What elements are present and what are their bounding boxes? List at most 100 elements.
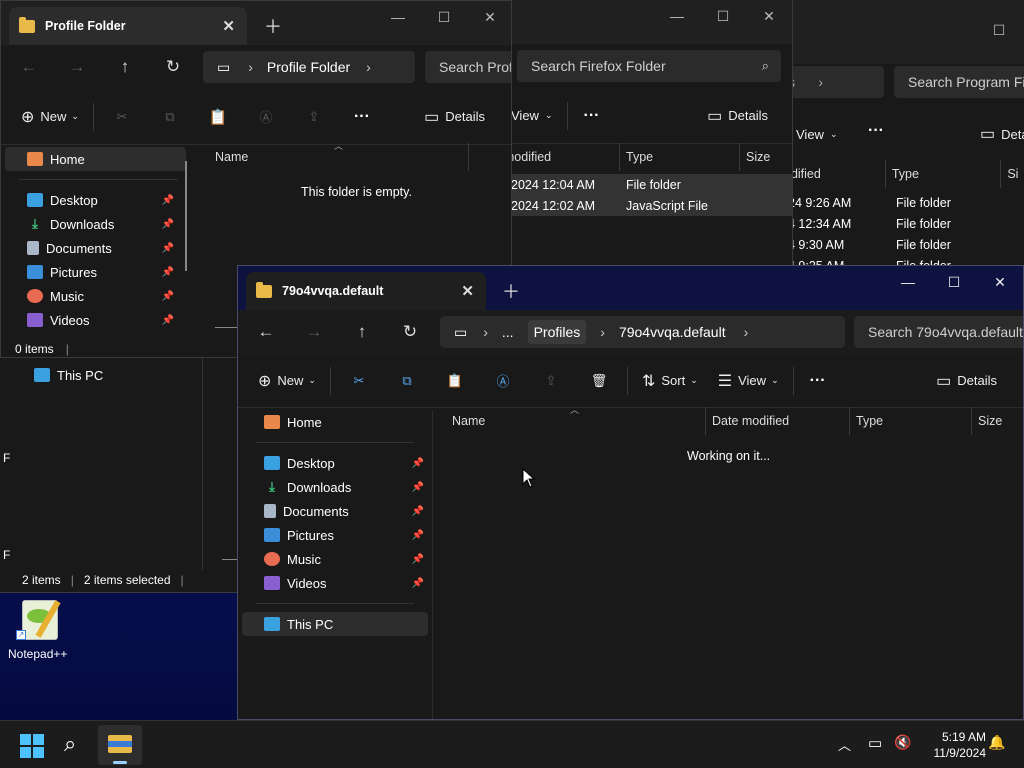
details-button[interactable]: ▭Details	[414, 101, 511, 133]
table-row[interactable]: 2024 12:02 AM JavaScript File	[511, 195, 792, 216]
tab-close-icon[interactable]: ✕	[461, 282, 474, 300]
search-input[interactable]: Search Firefox Folder ⌕	[517, 50, 781, 82]
nav-videos[interactable]: Videos 📌	[1, 308, 196, 332]
nav-music[interactable]: Music 📌	[1, 284, 196, 308]
table-row[interactable]: 2024 12:04 AM File folder	[511, 174, 792, 195]
file-explorer-taskbar-button[interactable]	[98, 725, 142, 765]
new-button[interactable]: ⊕ New ⌄	[1, 101, 89, 133]
view-button[interactable]: View ⌄	[511, 100, 563, 132]
col-date-modified[interactable]: Date modified	[706, 407, 850, 435]
maximize-icon[interactable]: ☐	[421, 1, 467, 33]
nav-this-pc[interactable]: This PC	[8, 363, 103, 387]
nav-documents[interactable]: Documents 📌	[238, 499, 432, 523]
col-type[interactable]: Type	[886, 160, 1002, 188]
view-button[interactable]: ☰ View ⌄	[708, 365, 789, 397]
start-button[interactable]	[20, 734, 44, 758]
more-icon[interactable]: ···	[868, 122, 884, 140]
table-row[interactable]: 4 12:34 AM File folder	[780, 213, 1024, 234]
details-button[interactable]: ▭Details	[926, 365, 1023, 397]
col-size[interactable]: Size	[740, 143, 792, 171]
search-input[interactable]: Search 79o4vvqa.default	[854, 316, 1023, 348]
col-size[interactable]: Si	[1001, 160, 1024, 188]
nav-documents[interactable]: Documents 📌	[1, 236, 196, 260]
breadcrumb-current[interactable]: 79o4vvqa.default	[619, 324, 726, 340]
back-arrow-icon[interactable]: ←	[5, 57, 53, 77]
col-size[interactable]: Size	[972, 407, 1023, 435]
breadcrumb-item[interactable]: Profile Folder	[267, 59, 350, 75]
rename-icon[interactable]: Ⓐ	[242, 101, 290, 133]
back-arrow-icon[interactable]: ←	[242, 322, 290, 342]
col-type[interactable]: Type	[850, 407, 972, 435]
col-date-modified[interactable]: odified	[780, 160, 886, 188]
nav-downloads[interactable]: ⤓ Downloads 📌	[1, 212, 196, 236]
more-icon[interactable]: ···	[798, 372, 838, 390]
tab-profile-folder[interactable]: Profile Folder ✕	[9, 7, 247, 45]
address-bar[interactable]: s ›	[780, 66, 884, 98]
up-arrow-icon[interactable]: ↑	[338, 322, 386, 342]
col-date-modified[interactable]: Date modified	[511, 143, 620, 171]
share-icon[interactable]: ⇪	[527, 365, 575, 397]
copy-icon[interactable]: ⧉	[383, 365, 431, 397]
cut-icon[interactable]: ✂	[335, 365, 383, 397]
nav-pictures[interactable]: Pictures 📌	[1, 260, 196, 284]
network-icon[interactable]: ▭	[868, 734, 882, 752]
forward-arrow-icon[interactable]: →	[53, 57, 101, 77]
delete-icon[interactable]: 🗑	[575, 365, 623, 397]
tab-close-icon[interactable]: ✕	[222, 17, 235, 35]
nav-videos[interactable]: Videos 📌	[238, 571, 432, 595]
search-icon[interactable]: ⌕	[64, 731, 76, 757]
chevron-up-icon[interactable]: ︿	[838, 735, 851, 754]
minimize-icon[interactable]: —	[375, 1, 421, 33]
music-icon	[27, 289, 43, 303]
copy-icon[interactable]: ⧉	[146, 101, 194, 133]
nav-downloads[interactable]: ⤓ Downloads 📌	[238, 475, 432, 499]
refresh-icon[interactable]: ↻	[386, 322, 434, 342]
breadcrumb-profiles[interactable]: Profiles	[527, 320, 587, 344]
up-arrow-icon[interactable]: ↑	[101, 57, 149, 77]
view-button[interactable]: View ⌄	[786, 118, 848, 150]
notification-bell-icon[interactable]: 🔔	[988, 734, 1005, 751]
sort-button[interactable]: ⇅ Sort ⌄	[632, 365, 708, 397]
more-icon[interactable]: ···	[338, 108, 386, 126]
paste-icon[interactable]: 📋	[431, 365, 479, 397]
breadcrumb-overflow[interactable]: ...	[502, 324, 514, 340]
maximize-icon[interactable]: ☐	[976, 14, 1022, 46]
col-type[interactable]: Type	[620, 143, 740, 171]
nav-pictures[interactable]: Pictures 📌	[238, 523, 432, 547]
cut-icon[interactable]: ✂	[98, 101, 146, 133]
address-bar[interactable]: ▭ › ... Profiles › 79o4vvqa.default ›	[440, 316, 845, 348]
search-input[interactable]: Search Profi	[425, 51, 511, 83]
search-input[interactable]: Search Program Fil	[894, 66, 1024, 98]
new-button[interactable]: ⊕ New ⌄	[238, 365, 326, 397]
rename-icon[interactable]: Ⓐ	[479, 365, 527, 397]
table-row[interactable]: 4 9:30 AM File folder	[780, 234, 1024, 255]
details-button[interactable]: ▭Details	[970, 118, 1024, 150]
close-icon[interactable]: ✕	[467, 1, 511, 33]
close-icon[interactable]: ✕	[746, 0, 792, 32]
maximize-icon[interactable]: ☐	[931, 266, 977, 298]
new-tab-icon[interactable]: ＋	[264, 13, 282, 39]
nav-desktop[interactable]: Desktop 📌	[238, 451, 432, 475]
maximize-icon[interactable]: ☐	[700, 0, 746, 32]
paste-icon[interactable]: 📋	[194, 101, 242, 133]
clock[interactable]: 5:19 AM 11/9/2024	[922, 729, 987, 761]
nav-music[interactable]: Music 📌	[238, 547, 432, 571]
more-icon[interactable]: ···	[572, 107, 612, 125]
share-icon[interactable]: ⇪	[290, 101, 338, 133]
minimize-icon[interactable]: —	[885, 266, 931, 298]
minimize-icon[interactable]: —	[654, 0, 700, 32]
desktop-icon-notepadpp[interactable]: ↗ Notepad++	[8, 598, 72, 664]
forward-arrow-icon[interactable]: →	[290, 322, 338, 342]
tab-79o4vvqa-default[interactable]: 79o4vvqa.default ✕	[246, 272, 486, 310]
table-row[interactable]: 24 9:26 AM File folder	[780, 192, 1024, 213]
refresh-icon[interactable]: ↻	[149, 57, 197, 77]
details-button[interactable]: ▭Details	[697, 100, 792, 132]
close-icon[interactable]: ✕	[977, 266, 1023, 298]
nav-home[interactable]: Home	[238, 410, 432, 434]
new-tab-icon[interactable]: ＋	[502, 278, 520, 304]
nav-home[interactable]: Home	[5, 147, 186, 171]
nav-this-pc[interactable]: This PC	[242, 612, 428, 636]
volume-muted-icon[interactable]: 🔇	[894, 734, 911, 751]
nav-desktop[interactable]: Desktop 📌	[1, 188, 196, 212]
address-bar[interactable]: ▭ › Profile Folder ›	[203, 51, 415, 83]
